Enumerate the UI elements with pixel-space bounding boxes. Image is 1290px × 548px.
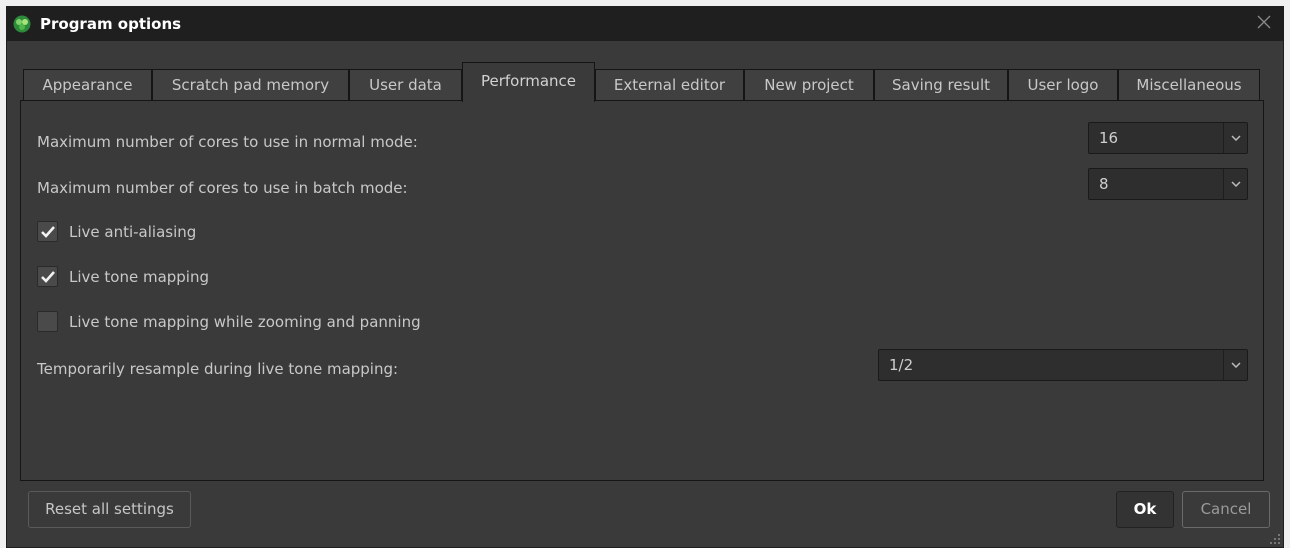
- resample-label: Temporarily resample during live tone ma…: [37, 360, 399, 378]
- tab-performance[interactable]: Performance: [462, 62, 595, 102]
- tab-appearance[interactable]: Appearance: [23, 69, 152, 101]
- title-bar: Program options: [7, 7, 1283, 41]
- tab-label: Miscellaneous: [1136, 76, 1242, 94]
- chevron-down-icon: [1223, 350, 1247, 380]
- tab-saving-result[interactable]: Saving result: [874, 69, 1008, 101]
- live-tone-mapping-checkbox[interactable]: [37, 266, 58, 287]
- cores-batch-select[interactable]: 8: [1088, 168, 1248, 200]
- tab-label: External editor: [613, 76, 726, 94]
- tab-label: Saving result: [892, 76, 990, 94]
- tab-label: Scratch pad memory: [171, 76, 330, 94]
- close-icon: [1257, 15, 1271, 29]
- ok-label: Ok: [1133, 500, 1157, 518]
- checkmark-icon: [40, 270, 55, 283]
- chevron-down-icon: [1223, 123, 1247, 153]
- tab-label: User data: [369, 76, 442, 94]
- reset-all-settings-button[interactable]: Reset all settings: [28, 491, 191, 528]
- chevron-down-icon: [1223, 169, 1247, 199]
- cores-normal-select[interactable]: 16: [1088, 122, 1248, 154]
- reset-label: Reset all settings: [45, 500, 174, 518]
- resample-select[interactable]: 1/2: [878, 349, 1248, 381]
- live-antialiasing-option[interactable]: Live anti-aliasing: [37, 221, 196, 242]
- live-antialiasing-checkbox[interactable]: [37, 221, 58, 242]
- ok-button[interactable]: Ok: [1116, 491, 1174, 528]
- app-logo-icon: [13, 15, 31, 33]
- tab-user-logo[interactable]: User logo: [1008, 69, 1118, 101]
- cancel-button[interactable]: Cancel: [1182, 491, 1270, 528]
- resize-grip-icon[interactable]: [1269, 533, 1281, 545]
- live-tone-mapping-zoom-option[interactable]: Live tone mapping while zooming and pann…: [37, 311, 421, 332]
- tab-label: New project: [764, 76, 854, 94]
- tab-label: User logo: [1027, 76, 1099, 94]
- tab-user-data[interactable]: User data: [349, 69, 462, 101]
- live-tone-mapping-zoom-checkbox[interactable]: [37, 311, 58, 332]
- program-options-dialog: Program options Appearance Scratch pad m…: [6, 6, 1284, 548]
- live-tone-mapping-label: Live tone mapping: [69, 267, 210, 286]
- performance-panel: Maximum number of cores to use in normal…: [20, 100, 1264, 481]
- cores-batch-label: Maximum number of cores to use in batch …: [37, 179, 408, 197]
- cores-normal-label: Maximum number of cores to use in normal…: [37, 133, 418, 151]
- resample-value: 1/2: [889, 356, 914, 374]
- live-tone-mapping-option[interactable]: Live tone mapping: [37, 266, 209, 287]
- window-title: Program options: [40, 15, 182, 33]
- tab-new-project[interactable]: New project: [744, 69, 874, 101]
- cancel-label: Cancel: [1200, 500, 1252, 518]
- live-tone-mapping-zoom-label: Live tone mapping while zooming and pann…: [69, 312, 421, 331]
- cores-batch-value: 8: [1099, 175, 1109, 193]
- tab-external-editor[interactable]: External editor: [595, 69, 744, 101]
- tab-label: Performance: [480, 72, 577, 90]
- tab-miscellaneous[interactable]: Miscellaneous: [1118, 69, 1260, 101]
- close-button[interactable]: [1255, 14, 1273, 32]
- tab-label: Appearance: [42, 76, 133, 94]
- cores-normal-value: 16: [1099, 129, 1119, 147]
- tab-scratch-pad-memory[interactable]: Scratch pad memory: [152, 69, 349, 101]
- live-antialiasing-label: Live anti-aliasing: [69, 222, 197, 241]
- checkmark-icon: [40, 225, 55, 238]
